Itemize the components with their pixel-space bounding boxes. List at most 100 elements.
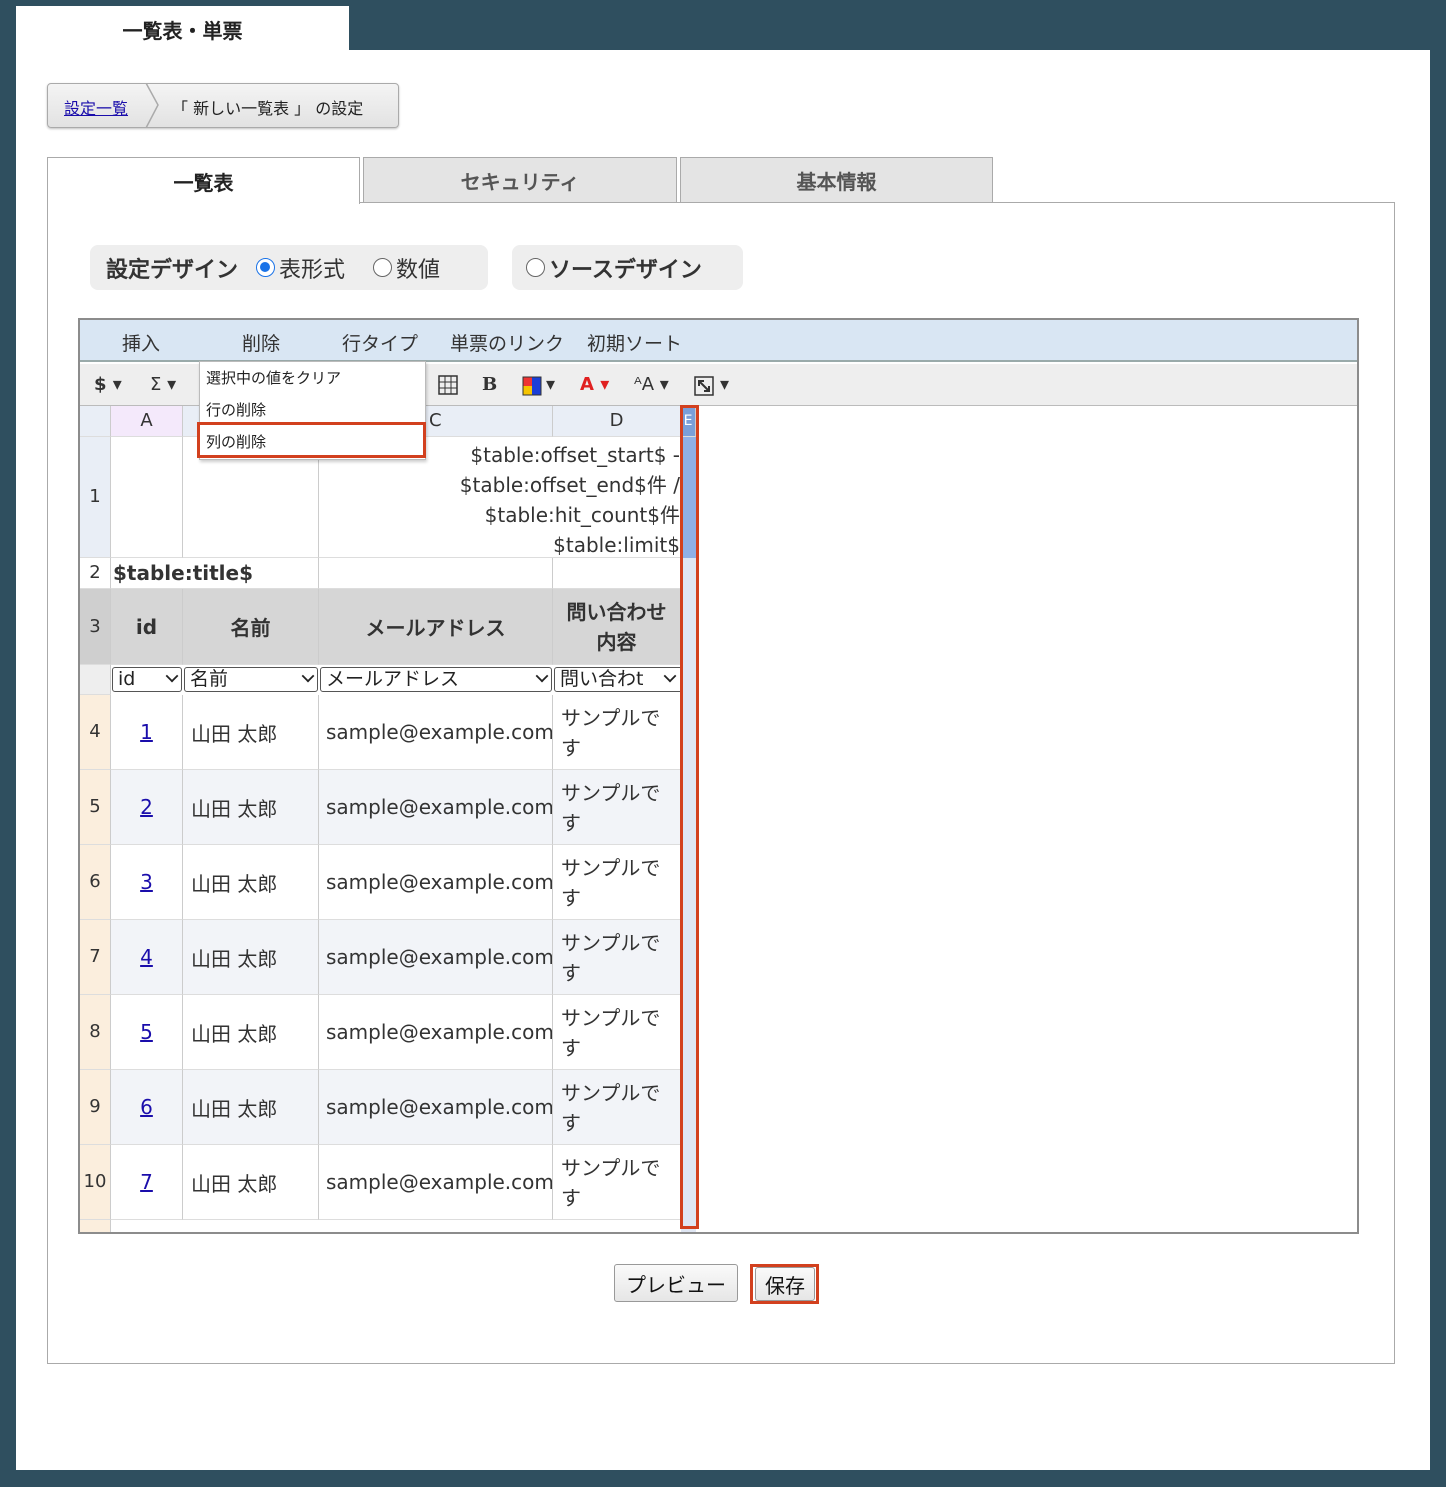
cell-inquiry[interactable]: サンプルです [553, 845, 681, 920]
menu-item-delete-row[interactable]: 行の削除 [206, 399, 266, 420]
row-header[interactable]: 10 [80, 1145, 111, 1220]
row-header[interactable]: 7 [80, 920, 111, 995]
filter-select-email[interactable]: メールアドレス [320, 667, 552, 692]
font-color-icon[interactable]: A ▾ [580, 374, 609, 395]
breadcrumb-separator-icon [145, 83, 159, 128]
row-header-3[interactable]: 3 [80, 589, 111, 665]
bold-icon[interactable]: B [482, 374, 497, 395]
menu-initial-sort[interactable]: 初期ソート [587, 329, 682, 356]
row-header[interactable]: 8 [80, 995, 111, 1070]
heading-id[interactable]: id [111, 589, 183, 665]
radio-source-design-label[interactable]: ソースデザイン [549, 252, 702, 284]
cell-email[interactable]: sample@example.com [319, 695, 553, 770]
cell-inquiry[interactable]: サンプルです [553, 920, 681, 995]
radio-source-design[interactable] [526, 258, 545, 277]
table-grid-icon[interactable] [438, 375, 458, 395]
breadcrumb-current: 「 新しい一覧表 」 の設定 [172, 99, 364, 118]
cell-d2[interactable] [553, 558, 681, 589]
row-header[interactable]: 9 [80, 1070, 111, 1145]
menu-delete[interactable]: 削除 [242, 329, 280, 356]
sum-icon[interactable]: Σ ▾ [150, 374, 176, 395]
heading-inquiry[interactable]: 問い合わせ 内容 [553, 589, 681, 665]
cell-id[interactable]: 7 [111, 1145, 183, 1220]
cell-id[interactable]: 3 [111, 845, 183, 920]
preview-button[interactable]: プレビュー [614, 1264, 738, 1302]
record-link[interactable]: 6 [140, 1095, 153, 1119]
record-link[interactable]: 4 [140, 945, 153, 969]
cell-email[interactable]: sample@example.com [319, 920, 553, 995]
cell-inquiry-line2: す [561, 736, 581, 760]
row-header[interactable]: 6 [80, 845, 111, 920]
row-header[interactable]: 4 [80, 695, 111, 770]
record-link[interactable]: 1 [140, 720, 153, 744]
pagination-line-3: $table:hit_count$件 [484, 503, 680, 527]
cell-inquiry[interactable]: サンプルです [553, 1145, 681, 1220]
filter-select-inquiry-value: 問い合わt [560, 668, 644, 690]
currency-icon[interactable]: $ ▾ [94, 374, 122, 395]
col-header-a[interactable]: A [111, 406, 183, 437]
cell-inquiry[interactable]: サンプルです [553, 1070, 681, 1145]
menu-row-type[interactable]: 行タイプ [342, 329, 418, 356]
font-size-icon[interactable]: ᴬA ▾ [634, 374, 669, 395]
cell-name[interactable]: 山田 太郎 [183, 845, 319, 920]
breadcrumb-settings-link[interactable]: 設定一覧 [64, 95, 128, 119]
cell-inquiry[interactable]: サンプルです [553, 995, 681, 1070]
record-link[interactable]: 5 [140, 1020, 153, 1044]
filter-row-header [80, 665, 111, 695]
row-header-2[interactable]: 2 [80, 558, 111, 589]
radio-numeric-label[interactable]: 数値 [396, 252, 440, 284]
cell-email[interactable]: sample@example.com [319, 845, 553, 920]
radio-table-format[interactable] [256, 258, 276, 277]
cell-name[interactable]: 山田 太郎 [183, 995, 319, 1070]
expand-arrow[interactable]: ▾ [720, 374, 729, 395]
col-header-d[interactable]: D [553, 406, 681, 437]
radio-table-format-label[interactable]: 表形式 [279, 252, 345, 284]
heading-email[interactable]: メールアドレス [319, 589, 553, 665]
row-header-1[interactable]: 1 [80, 437, 111, 558]
cell-id[interactable]: 5 [111, 995, 183, 1070]
cell-id[interactable]: 1 [111, 695, 183, 770]
record-link[interactable]: 3 [140, 870, 153, 894]
filter-select-name[interactable]: 名前 [184, 667, 318, 692]
menu-form-link[interactable]: 単票のリンク [450, 329, 564, 356]
expand-icon[interactable] [694, 376, 714, 396]
tab-security[interactable]: セキュリティ [363, 157, 677, 203]
cell-a1[interactable] [111, 437, 183, 558]
filter-select-id[interactable]: id [112, 667, 182, 692]
cell-name[interactable]: 山田 太郎 [183, 770, 319, 845]
cell-name[interactable]: 山田 太郎 [183, 1145, 319, 1220]
cell-email[interactable]: sample@example.com [319, 1070, 553, 1145]
record-link[interactable]: 7 [140, 1170, 153, 1194]
menu-insert[interactable]: 挿入 [122, 329, 160, 356]
cell-email[interactable]: sample@example.com [319, 770, 553, 845]
cell-c2[interactable] [319, 558, 553, 589]
cell-name[interactable]: 山田 太郎 [183, 695, 319, 770]
tab-basic-info[interactable]: 基本情報 [680, 157, 993, 203]
cell-a2-title[interactable]: $table:title$ [111, 558, 319, 589]
cell-email[interactable]: sample@example.com [319, 1145, 553, 1220]
cell-inquiry-line1: サンプルで [561, 781, 661, 805]
row-header[interactable]: 5 [80, 770, 111, 845]
cell-name[interactable]: 山田 太郎 [183, 1070, 319, 1145]
row-header-partial[interactable] [80, 1220, 111, 1232]
cell-inquiry-line2: す [561, 961, 581, 985]
design-mode-group: 設定デザイン 表形式 数値 [90, 245, 488, 290]
cell-id[interactable]: 4 [111, 920, 183, 995]
heading-name[interactable]: 名前 [183, 589, 319, 665]
highlight-delete-column [197, 422, 426, 458]
fill-color-icon[interactable] [522, 376, 542, 396]
cell-id[interactable]: 6 [111, 1070, 183, 1145]
cell-name[interactable]: 山田 太郎 [183, 920, 319, 995]
filter-select-inquiry[interactable]: 問い合わt [554, 667, 694, 692]
tab-list-form[interactable]: 一覧表・単票 [16, 6, 349, 52]
cell-email[interactable]: sample@example.com [319, 995, 553, 1070]
corner-cell[interactable] [80, 406, 111, 437]
record-link[interactable]: 2 [140, 795, 153, 819]
cell-inquiry[interactable]: サンプルです [553, 695, 681, 770]
cell-id[interactable]: 2 [111, 770, 183, 845]
radio-numeric[interactable] [373, 258, 393, 277]
fill-color-arrow[interactable]: ▾ [546, 374, 555, 395]
tab-list[interactable]: 一覧表 [47, 157, 360, 204]
cell-inquiry[interactable]: サンプルです [553, 770, 681, 845]
menu-item-clear-selection[interactable]: 選択中の値をクリア [206, 367, 341, 388]
